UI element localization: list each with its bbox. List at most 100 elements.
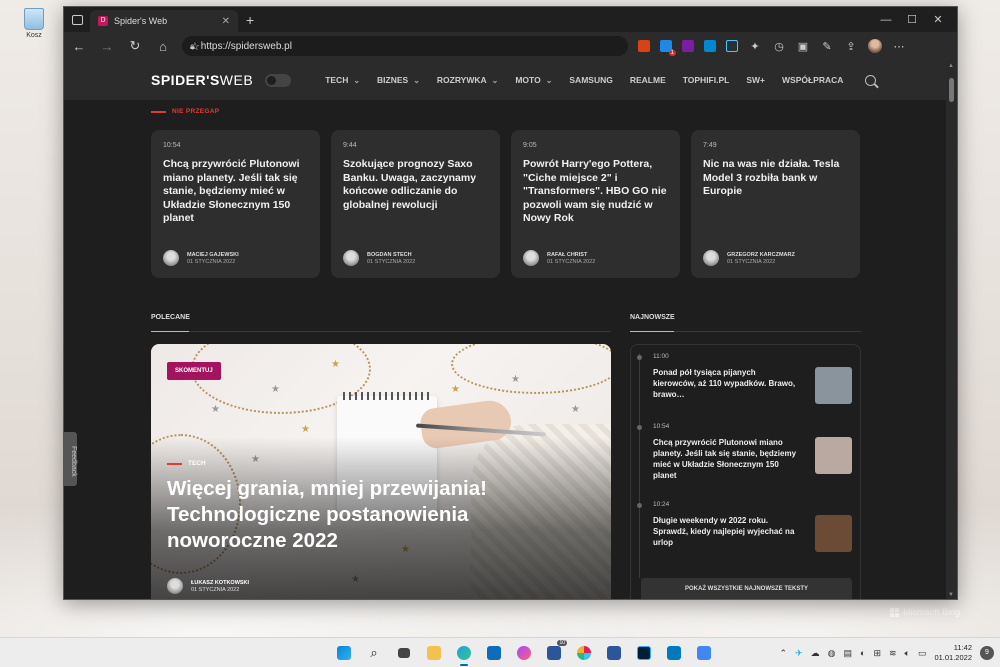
menu-item-sw-[interactable]: SW+ (746, 75, 765, 85)
address-bar[interactable]: 🔒︎ https://spidersweb.pl ☆ (182, 36, 628, 56)
latest-title[interactable]: Chcą przywrócić Plutonowi miano planety.… (653, 437, 798, 481)
author-name[interactable]: BOGDAN STECH (367, 252, 415, 258)
mail-button[interactable] (483, 642, 505, 664)
extensions-puzzle-icon[interactable]: ✦ (748, 40, 762, 53)
menu-item-samsung[interactable]: SAMSUNG (569, 75, 612, 85)
recycle-bin[interactable]: Kosz (20, 8, 48, 39)
profile-avatar[interactable] (868, 39, 882, 53)
menu-item-rozrywka[interactable]: ROZRYWKA ⌄ (437, 75, 498, 85)
scrollbar-thumb[interactable] (949, 78, 954, 102)
recycle-bin-label: Kosz (26, 32, 42, 39)
latest-thumbnail[interactable] (815, 515, 852, 552)
battery-icon[interactable]: ▭ (918, 648, 927, 659)
more-menu-icon[interactable]: ⋯ (892, 40, 906, 53)
comment-badge[interactable]: SKOMENTUJ (167, 362, 221, 380)
chevron-up-icon[interactable]: ⌃ (780, 648, 788, 659)
search-icon[interactable] (865, 74, 877, 86)
extension-office-icon[interactable] (638, 40, 650, 52)
extension-notification-icon[interactable]: 1 (660, 40, 676, 56)
favorites-icon[interactable]: ✎ (820, 40, 834, 53)
latest-title[interactable]: Ponad pół tysiąca pijanych kierowców, aż… (653, 367, 798, 400)
menu-item-wsp-praca[interactable]: WSPÓŁPRACA (782, 75, 843, 85)
favorite-star-icon[interactable]: ☆ (190, 40, 200, 53)
latest-thumbnail[interactable] (815, 367, 852, 404)
forward-icon[interactable]: → (98, 39, 116, 54)
store-button[interactable]: 10 (543, 640, 567, 664)
refresh-icon[interactable]: ↻ (126, 38, 144, 54)
extension-onenote-icon[interactable] (682, 40, 694, 52)
latest-time: 11:00 (653, 353, 669, 360)
volume-icon[interactable]: 🔈︎ (905, 648, 910, 659)
trello-button[interactable] (663, 642, 685, 664)
tray-app-icon-4[interactable]: ⊞ (873, 648, 881, 659)
menu-item-biznes[interactable]: BIZNES ⌄ (377, 75, 420, 85)
extension-translate-icon[interactable] (704, 40, 716, 52)
share-icon[interactable]: ⇪ (844, 40, 858, 53)
card-headline[interactable]: Chcą przywrócić Plutonowi miano planety.… (163, 158, 308, 226)
hero-title[interactable]: Więcej grania, mniej przewijania! Techno… (167, 476, 587, 554)
onedrive-icon[interactable]: ☁ (811, 648, 820, 659)
scroll-up-icon[interactable]: ▲ (948, 63, 954, 69)
photoshop-button[interactable] (633, 642, 655, 664)
collections-icon[interactable]: ▣ (796, 40, 810, 53)
back-icon[interactable]: ← (70, 39, 88, 54)
messenger-button[interactable] (513, 642, 535, 664)
maximize-icon[interactable]: ☐ (899, 13, 925, 26)
author-name[interactable]: GRZEGORZ KARCZMARZ (727, 252, 795, 258)
telegram-icon[interactable]: ✈ (795, 648, 803, 659)
author-name[interactable]: RAFAŁ CHRIST (547, 252, 595, 258)
home-icon[interactable]: ⌂ (154, 39, 172, 54)
tab-actions-button[interactable] (64, 14, 90, 25)
url-text[interactable]: https://spidersweb.pl (201, 41, 620, 52)
card-headline[interactable]: Powrót Harry'ego Pottera, "Ciche miejsce… (523, 158, 668, 226)
card-headline[interactable]: Szokujące prognozy Saxo Banku. Uwaga, za… (343, 158, 488, 212)
notification-badge[interactable]: 9 (980, 646, 994, 660)
menu-item-tech[interactable]: TECH ⌄ (325, 75, 360, 85)
latest-title[interactable]: Długie weekendy w 2022 roku. Sprawdź, ki… (653, 515, 798, 548)
word-button[interactable] (603, 642, 625, 664)
start-button[interactable] (333, 642, 355, 664)
menu-item-tophifi-pl[interactable]: TOPHIFI.PL (683, 75, 730, 85)
extension-screen-icon[interactable] (726, 40, 738, 52)
close-window-icon[interactable]: ✕ (925, 13, 951, 26)
minimize-icon[interactable]: — (873, 14, 899, 26)
tray-app-icon-2[interactable]: ▤ (843, 648, 852, 659)
close-tab-icon[interactable]: ✕ (222, 16, 230, 27)
scroll-down-icon[interactable]: ▼ (948, 592, 954, 598)
card-headline[interactable]: Nic na was nie działa. Tesla Model 3 roz… (703, 158, 848, 199)
clock[interactable]: 11:42 01.01.2022 (934, 643, 972, 663)
hero-article[interactable]: ★ ★ ★ ★ ★ ★ ★ ★ ★ ★ SKOMENTUJ TECH Więce… (151, 344, 611, 599)
latest-thumbnail[interactable] (815, 437, 852, 474)
tray-app-icon-3[interactable]: ◐ (860, 648, 865, 658)
wifi-icon[interactable]: ≋ (889, 648, 897, 659)
show-all-latest-button[interactable]: POKAŻ WSZYSTKIE NAJNOWSZE TEKSTY (641, 578, 852, 599)
menu-item-label: BIZNES (377, 75, 409, 85)
logo-light: WEB (219, 72, 254, 88)
article-card[interactable]: 7:49 Nic na was nie działa. Tesla Model 3… (691, 130, 860, 278)
hero-tag[interactable]: TECH (167, 460, 206, 467)
menu-item-moto[interactable]: MOTO ⌄ (515, 75, 552, 85)
author-name[interactable]: MACIEJ GAJEWSKI (187, 252, 239, 258)
edge-taskbar-button[interactable] (453, 642, 475, 666)
latest-item[interactable]: 10:24 Długie weekendy w 2022 roku. Sprawd… (631, 501, 862, 565)
tray-app-icon[interactable]: ◍ (828, 648, 836, 659)
slack-button[interactable] (573, 642, 595, 664)
author-name[interactable]: ŁUKASZ KOTKOWSKI (191, 580, 249, 586)
menu-item-realme[interactable]: REALME (630, 75, 666, 85)
tab-spidersweb[interactable]: D Spider's Web ✕ (90, 10, 238, 32)
new-tab-button[interactable]: + (246, 12, 254, 28)
dark-mode-toggle[interactable] (265, 73, 292, 87)
article-card[interactable]: 9:44 Szokujące prognozy Saxo Banku. Uwaga… (331, 130, 500, 278)
latest-item[interactable]: 10:54 Chcą przywrócić Plutonowi miano pla… (631, 423, 862, 487)
history-icon[interactable]: ◷ (772, 40, 786, 53)
article-card[interactable]: 9:05 Powrót Harry'ego Pottera, "Ciche mie… (511, 130, 680, 278)
feedback-tab[interactable]: Feedback (63, 432, 77, 486)
search-taskbar-button[interactable]: ⌕ (363, 642, 385, 664)
task-view-button[interactable] (393, 642, 415, 664)
file-explorer-button[interactable] (423, 642, 445, 664)
article-card[interactable]: 10:54 Chcą przywrócić Plutonowi miano pla… (151, 130, 320, 278)
site-logo[interactable]: SPIDER'SWEB (151, 72, 253, 88)
latest-item[interactable]: 11:00 Ponad pół tysiąca pijanych kierowcó… (631, 353, 862, 417)
page-scrollbar[interactable]: ▲ ▼ (946, 60, 957, 599)
translate-button[interactable] (693, 642, 715, 664)
